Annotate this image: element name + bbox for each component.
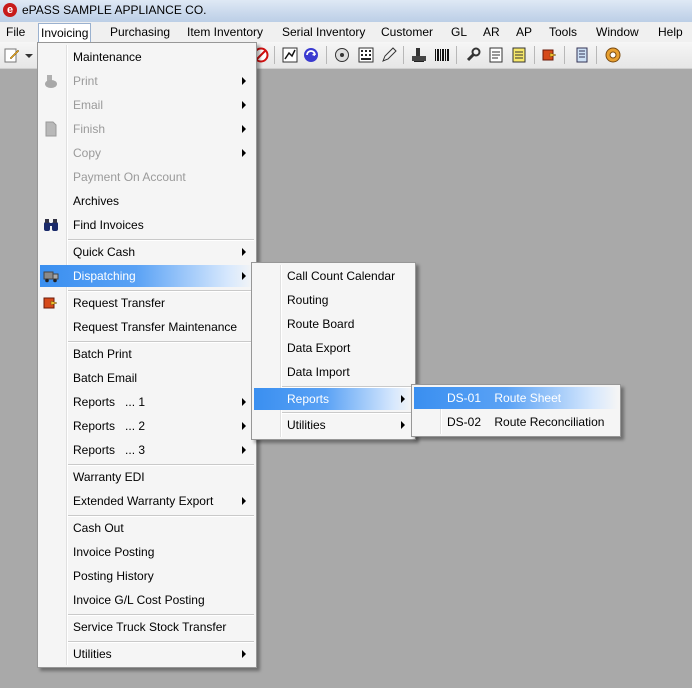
submenu-arrow-icon xyxy=(242,101,246,109)
menu-item-maintenance[interactable]: Maintenance xyxy=(40,46,254,68)
menu-item-route-reconciliation[interactable]: DS-02 Route Reconciliation xyxy=(414,411,618,433)
menu-item-email[interactable]: Email xyxy=(40,94,254,116)
menu-item-data-import[interactable]: Data Import xyxy=(254,361,413,383)
menu-item-dispatch-utilities[interactable]: Utilities xyxy=(254,414,413,436)
menu-item-reports-3[interactable]: Reports ... 3 xyxy=(40,439,254,461)
barcode-icon[interactable] xyxy=(434,47,450,63)
menu-item-inventory[interactable]: Item Inventory xyxy=(185,24,265,40)
submenu-arrow-icon xyxy=(242,77,246,85)
submenu-arrow-icon xyxy=(242,446,246,454)
submenu-arrow-icon xyxy=(242,272,246,280)
refresh-icon[interactable] xyxy=(303,47,319,63)
notepad-icon[interactable] xyxy=(488,47,504,63)
menu-item-call-count-calendar[interactable]: Call Count Calendar xyxy=(254,265,413,287)
menu-item-dispatch-reports[interactable]: Reports xyxy=(254,388,413,410)
menu-item-data-export[interactable]: Data Export xyxy=(254,337,413,359)
menu-item-batch-print[interactable]: Batch Print xyxy=(40,343,254,365)
help-icon[interactable] xyxy=(605,47,621,63)
menu-item-cash-out[interactable]: Cash Out xyxy=(40,517,254,539)
menu-item-reports-2[interactable]: Reports ... 2 xyxy=(40,415,254,437)
transfer-icon xyxy=(43,297,58,309)
menu-item-request-transfer-maintenance[interactable]: Request Transfer Maintenance xyxy=(40,316,254,338)
menu-item-invoice-posting[interactable]: Invoice Posting xyxy=(40,541,254,563)
menu-purchasing[interactable]: Purchasing xyxy=(108,24,172,40)
submenu-arrow-icon xyxy=(242,398,246,406)
menu-item-route-sheet[interactable]: DS-01 Route Sheet xyxy=(414,387,618,409)
menu-item-archives[interactable]: Archives xyxy=(40,190,254,212)
toolbar-separator xyxy=(534,46,535,64)
submenu-arrow-icon xyxy=(242,422,246,430)
menu-item-request-transfer[interactable]: Request Transfer xyxy=(40,292,254,314)
menu-item-utilities[interactable]: Utilities xyxy=(40,643,254,665)
menu-item-posting-history[interactable]: Posting History xyxy=(40,565,254,587)
menu-item-service-truck-stock-transfer[interactable]: Service Truck Stock Transfer xyxy=(40,616,254,638)
document-icon xyxy=(45,121,57,137)
export-icon[interactable] xyxy=(542,47,558,63)
truck-icon xyxy=(43,271,59,283)
print-icon[interactable] xyxy=(411,47,427,63)
menu-bar: File Invoicing Purchasing Item Inventory… xyxy=(0,22,692,43)
edit-icon[interactable] xyxy=(4,47,20,63)
menu-item-route-board[interactable]: Route Board xyxy=(254,313,413,335)
submenu-arrow-icon xyxy=(242,125,246,133)
note-icon[interactable] xyxy=(511,47,527,63)
menu-file[interactable]: File xyxy=(4,24,27,40)
menu-ap[interactable]: AP xyxy=(514,24,534,40)
menu-item-extended-warranty-export[interactable]: Extended Warranty Export xyxy=(40,490,254,512)
menu-item-payment-on-account[interactable]: Payment On Account xyxy=(40,166,254,188)
toolbar-separator xyxy=(403,46,404,64)
menu-item-invoice-gl-cost-posting[interactable]: Invoice G/L Cost Posting xyxy=(40,589,254,611)
print-icon xyxy=(45,75,57,88)
toolbar-separator xyxy=(456,46,457,64)
menu-customer[interactable]: Customer xyxy=(379,24,435,40)
window-title: ePASS SAMPLE APPLIANCE CO. xyxy=(22,3,207,17)
binoculars-icon xyxy=(44,219,58,231)
toolbar-separator xyxy=(564,46,565,64)
dispatching-submenu: Call Count Calendar Routing Route Board … xyxy=(251,262,416,440)
toolbar-separator xyxy=(326,46,327,64)
reports-submenu: DS-01 Route Sheet DS-02 Route Reconcilia… xyxy=(411,384,621,437)
disk-icon[interactable] xyxy=(334,47,350,63)
menu-item-copy[interactable]: Copy xyxy=(40,142,254,164)
toolbar-separator xyxy=(596,46,597,64)
menu-item-batch-email[interactable]: Batch Email xyxy=(40,367,254,389)
tools-icon[interactable] xyxy=(465,47,481,63)
menu-window[interactable]: Window xyxy=(594,24,641,40)
menu-item-reports-1[interactable]: Reports ... 1 xyxy=(40,391,254,413)
submenu-arrow-icon xyxy=(242,497,246,505)
submenu-arrow-icon xyxy=(242,650,246,658)
menu-item-dispatching[interactable]: Dispatching xyxy=(40,265,254,287)
menu-help[interactable]: Help xyxy=(656,24,685,40)
barcode-calculator-icon[interactable] xyxy=(358,47,374,63)
pencil-icon[interactable] xyxy=(381,47,397,63)
invoicing-menu: Maintenance Print Email Finish Copy Paym… xyxy=(37,42,257,668)
submenu-arrow-icon xyxy=(242,149,246,157)
menu-item-routing[interactable]: Routing xyxy=(254,289,413,311)
menu-item-print[interactable]: Print xyxy=(40,70,254,92)
menu-ar[interactable]: AR xyxy=(481,24,502,40)
title-bar: e ePASS SAMPLE APPLIANCE CO. xyxy=(0,0,692,23)
chart-icon[interactable] xyxy=(282,47,298,63)
submenu-arrow-icon xyxy=(242,248,246,256)
menu-item-quick-cash[interactable]: Quick Cash xyxy=(40,241,254,263)
list-icon[interactable] xyxy=(574,47,590,63)
toolbar-separator xyxy=(274,46,275,64)
menu-item-find-invoices[interactable]: Find Invoices xyxy=(40,214,254,236)
menu-invoicing[interactable]: Invoicing xyxy=(38,23,92,43)
menu-serial-inventory[interactable]: Serial Inventory xyxy=(280,24,367,40)
menu-gl[interactable]: GL xyxy=(449,24,469,40)
app-logo-icon: e xyxy=(3,3,17,17)
menu-item-finish[interactable]: Finish xyxy=(40,118,254,140)
submenu-arrow-icon xyxy=(401,421,405,429)
menu-tools[interactable]: Tools xyxy=(547,24,579,40)
submenu-arrow-icon xyxy=(401,395,405,403)
menu-item-warranty-edi[interactable]: Warranty EDI xyxy=(40,466,254,488)
dropdown-arrow-icon[interactable] xyxy=(24,47,34,63)
